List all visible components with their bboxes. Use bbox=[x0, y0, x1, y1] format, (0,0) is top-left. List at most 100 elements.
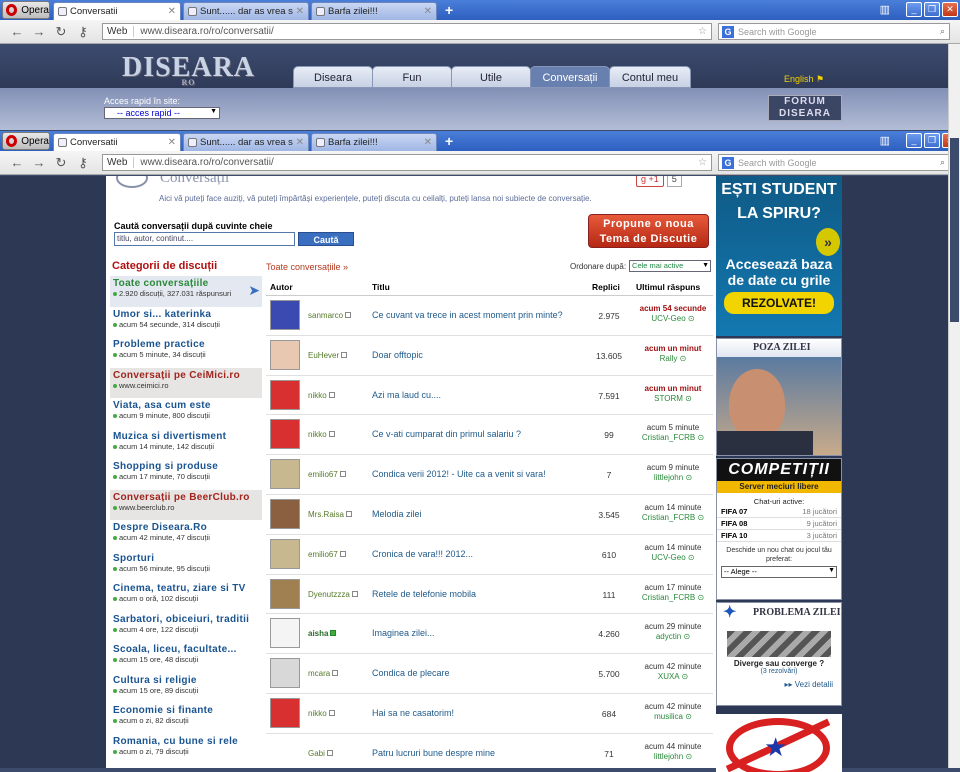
avatar[interactable] bbox=[270, 379, 300, 410]
close-tab-icon[interactable]: ✕ bbox=[296, 137, 304, 148]
category-item[interactable]: Viata, asa cum este acum 9 minute, 800 di… bbox=[110, 398, 262, 429]
avatar[interactable] bbox=[270, 578, 300, 609]
order-select[interactable]: Cele mai active bbox=[629, 260, 712, 272]
trash-icon[interactable]: ▥ bbox=[880, 3, 890, 17]
restore-icon[interactable]: ❐ bbox=[924, 133, 940, 148]
minimize-icon[interactable]: _ bbox=[906, 2, 922, 17]
author-link[interactable]: emilio67 bbox=[308, 550, 346, 559]
quick-access-select[interactable]: -- acces rapid -- bbox=[104, 107, 220, 119]
ban-sign-ad[interactable]: ★ bbox=[716, 714, 842, 772]
category-item[interactable]: Economie si finante acum o zi, 82 discuți… bbox=[110, 703, 262, 734]
key-icon[interactable]: ⚷ bbox=[72, 24, 94, 40]
category-item[interactable]: Conversații pe BeerClub.ro www.beerclub.r… bbox=[110, 489, 262, 520]
trash-icon[interactable]: ▥ bbox=[880, 134, 890, 148]
tab-conversatii[interactable]: Conversatii ✕ bbox=[53, 2, 181, 20]
tab-sunt[interactable]: Sunt...... dar as vrea sa...✕ bbox=[183, 133, 309, 151]
topic-link[interactable]: Hai sa ne casatorim! bbox=[372, 708, 454, 718]
nav-conversatii[interactable]: Conversații bbox=[530, 66, 610, 88]
category-item[interactable]: Probleme practice acum 5 minute, 34 discu… bbox=[110, 337, 262, 368]
category-item[interactable]: Cultura si religie acum 15 ore, 89 discuț… bbox=[110, 673, 262, 704]
address-field[interactable]: Web www.diseara.ro/ro/conversatii/ ☆ bbox=[102, 23, 712, 40]
last-reply-user[interactable]: Rally ⊙ bbox=[634, 354, 712, 364]
author-link[interactable]: emilio67 bbox=[308, 470, 346, 479]
topic-link[interactable]: Doar offtopic bbox=[372, 350, 423, 360]
forum-badge[interactable]: FORUM DISEARA bbox=[768, 95, 842, 121]
close-tab-icon[interactable]: ✕ bbox=[168, 6, 176, 17]
avatar[interactable] bbox=[270, 419, 300, 450]
forward-icon[interactable]: → bbox=[28, 24, 50, 39]
reload-icon[interactable]: ↻ bbox=[50, 24, 72, 40]
chat-room[interactable]: FIFA 07 18 jucători bbox=[717, 506, 841, 518]
search-field[interactable]: G Search with Google ⌕ bbox=[718, 154, 950, 171]
last-reply-user[interactable]: adyctin ⊙ bbox=[634, 632, 712, 642]
last-reply-user[interactable]: littlejohn ⊙ bbox=[634, 752, 712, 762]
author-link[interactable]: nikko bbox=[308, 430, 335, 439]
nav-fun[interactable]: Fun bbox=[372, 66, 452, 88]
opera-menu-button[interactable]: Opera bbox=[2, 132, 50, 150]
close-tab-icon[interactable]: ✕ bbox=[296, 6, 304, 17]
gplus-button[interactable]: g +1 bbox=[636, 176, 664, 187]
avatar[interactable] bbox=[270, 300, 300, 330]
back-icon[interactable]: ← bbox=[6, 155, 28, 170]
category-item[interactable]: Sporturi acum 56 minute, 95 discuții bbox=[110, 551, 262, 582]
author-link[interactable]: nikko bbox=[308, 391, 335, 400]
avatar[interactable] bbox=[270, 498, 300, 529]
topic-link[interactable]: Ce v-ati cumparat din primul salariu ? bbox=[372, 429, 521, 439]
close-tab-icon[interactable]: ✕ bbox=[424, 137, 432, 148]
category-item[interactable]: Toate conversațiile 2.920 discuții, 327.0… bbox=[110, 276, 262, 307]
tab-sunt[interactable]: Sunt...... dar as vrea sa...✕ bbox=[183, 2, 309, 20]
avatar[interactable] bbox=[270, 339, 300, 370]
category-item[interactable]: Despre Diseara.Ro acum 42 minute, 47 disc… bbox=[110, 520, 262, 551]
language-link[interactable]: English ⚑ bbox=[784, 74, 824, 85]
topic-link[interactable]: Cronica de vara!!! 2012... bbox=[372, 549, 473, 559]
page-scrollbar[interactable] bbox=[948, 44, 960, 768]
keyword-search-input[interactable]: titlu, autor, continut.... bbox=[114, 232, 295, 246]
avatar[interactable] bbox=[270, 538, 300, 569]
site-logo[interactable]: DISEARA RO bbox=[122, 52, 255, 87]
avatar[interactable] bbox=[270, 658, 300, 689]
address-field[interactable]: Web www.diseara.ro/ro/conversatii/ ☆ bbox=[102, 154, 712, 171]
topic-link[interactable]: Melodia zilei bbox=[372, 509, 422, 519]
scrollbar-thumb[interactable] bbox=[950, 138, 959, 322]
last-reply-user[interactable]: XUXA ⊙ bbox=[634, 672, 712, 682]
photo-of-the-day[interactable]: POZA ZILEI bbox=[716, 338, 842, 456]
category-item[interactable]: Shopping si produse acum 17 minute, 70 di… bbox=[110, 459, 262, 490]
forward-icon[interactable]: → bbox=[28, 155, 50, 170]
avatar[interactable] bbox=[270, 697, 300, 728]
new-tab-icon[interactable]: + bbox=[445, 133, 453, 149]
topic-link[interactable]: Imaginea zilei... bbox=[372, 628, 435, 638]
last-reply-user[interactable]: Cristian_FCRB ⊙ bbox=[634, 593, 712, 603]
reload-icon[interactable]: ↻ bbox=[50, 155, 72, 171]
tab-barfa[interactable]: Barfa zilei!!! ✕ bbox=[311, 133, 437, 151]
close-tab-icon[interactable]: ✕ bbox=[424, 6, 432, 17]
category-item[interactable]: Muzica si divertisment acum 14 minute, 14… bbox=[110, 429, 262, 460]
topic-link[interactable]: Ce cuvant va trece in acest moment prin … bbox=[372, 310, 563, 320]
key-icon[interactable]: ⚷ bbox=[72, 155, 94, 171]
nav-diseara[interactable]: Diseara bbox=[293, 66, 373, 88]
nav-utile[interactable]: Utile bbox=[451, 66, 531, 88]
category-item[interactable]: Sarbatori, obiceiuri, traditii acum 4 ore… bbox=[110, 612, 262, 643]
author-link[interactable]: Mrs.Raisa bbox=[308, 510, 353, 519]
close-window-icon[interactable]: ✕ bbox=[942, 2, 958, 17]
last-reply-user[interactable]: littlejohn ⊙ bbox=[634, 473, 712, 483]
bookmark-star-icon[interactable]: ☆ bbox=[698, 26, 711, 37]
chat-room[interactable]: FIFA 10 3 jucători bbox=[717, 530, 841, 542]
topic-link[interactable]: Patru lucruri bune despre mine bbox=[372, 748, 495, 758]
avatar[interactable] bbox=[270, 618, 300, 649]
minimize-icon[interactable]: _ bbox=[906, 133, 922, 148]
problem-details-link[interactable]: ▸▸ Vezi detalii bbox=[717, 680, 841, 689]
chat-room[interactable]: FIFA 08 9 jucători bbox=[717, 518, 841, 530]
problem-image[interactable] bbox=[727, 631, 831, 657]
category-item[interactable]: Conversații pe CeiMici.ro www.ceimici.ro bbox=[110, 367, 262, 398]
author-link[interactable]: mcara bbox=[308, 669, 339, 678]
topic-link[interactable]: Condica de plecare bbox=[372, 668, 450, 678]
topic-link[interactable]: Azi ma laud cu.... bbox=[372, 390, 441, 400]
student-ad[interactable]: EȘTI STUDENT LA SPIRU? » Accesează baza … bbox=[716, 176, 842, 336]
new-tab-icon[interactable]: + bbox=[445, 2, 453, 18]
close-tab-icon[interactable]: ✕ bbox=[168, 137, 176, 148]
nav-contul-meu[interactable]: Contul meu bbox=[609, 66, 691, 88]
bookmark-star-icon[interactable]: ☆ bbox=[698, 157, 711, 168]
search-button[interactable]: Caută bbox=[298, 232, 354, 246]
author-link[interactable]: Gabi bbox=[308, 749, 333, 758]
last-reply-user[interactable]: UCV-Geo ⊙ bbox=[634, 553, 712, 563]
